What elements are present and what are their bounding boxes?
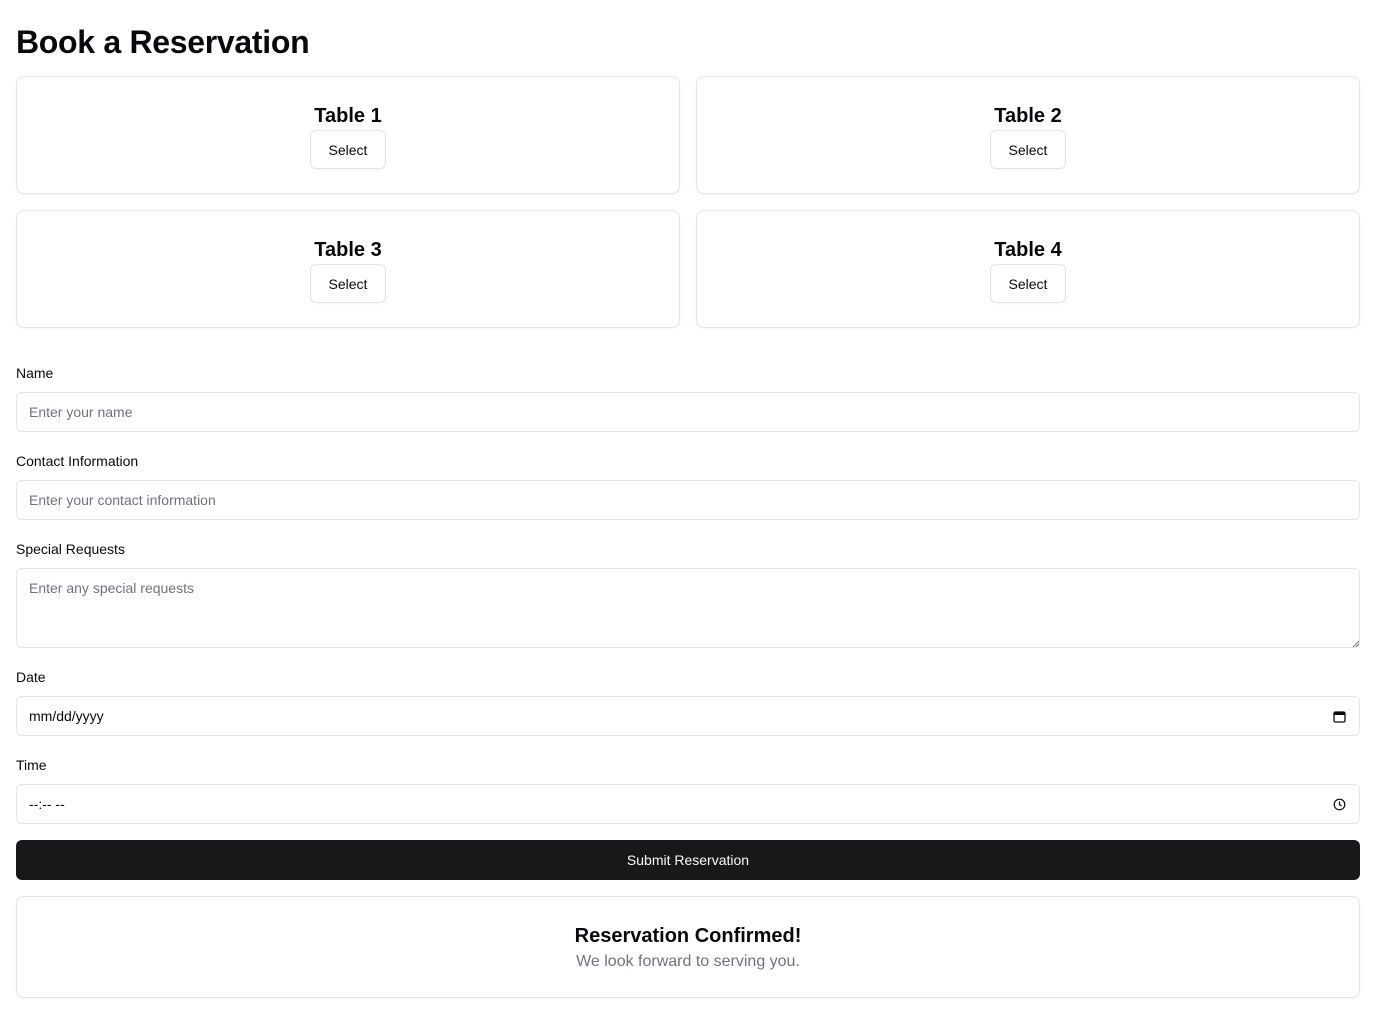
table-name: Table 4 — [994, 239, 1062, 261]
time-label: Time — [16, 757, 47, 773]
clock-icon[interactable] — [1331, 796, 1347, 812]
calendar-icon[interactable] — [1331, 708, 1347, 724]
select-table-4-button[interactable]: Select — [990, 264, 1066, 303]
table-name: Table 1 — [314, 105, 382, 127]
table-card-1: Table 1 Select — [16, 76, 680, 194]
select-table-3-button[interactable]: Select — [310, 264, 386, 303]
select-table-1-button[interactable]: Select — [310, 130, 386, 169]
table-card-4: Table 4 Select — [696, 210, 1360, 328]
table-card-2: Table 2 Select — [696, 76, 1360, 194]
confirmation-message: We look forward to serving you. — [576, 953, 800, 970]
name-label: Name — [16, 365, 54, 381]
name-input[interactable] — [16, 392, 1360, 432]
table-name: Table 3 — [314, 239, 382, 261]
select-table-2-button[interactable]: Select — [990, 130, 1066, 169]
contact-label: Contact Information — [16, 453, 139, 469]
confirmation-title: Reservation Confirmed! — [574, 925, 802, 947]
confirmation-card: Reservation Confirmed! We look forward t… — [16, 896, 1360, 998]
date-label: Date — [16, 669, 46, 685]
special-requests-label: Special Requests — [16, 541, 125, 557]
table-name: Table 2 — [994, 105, 1062, 127]
time-input[interactable]: --:-- -- — [16, 784, 1360, 824]
date-input[interactable]: mm/dd/yyyy — [16, 696, 1360, 736]
special-requests-wrapper — [16, 568, 1360, 648]
date-value: mm/dd/yyyy — [29, 708, 104, 724]
submit-reservation-button[interactable]: Submit Reservation — [16, 840, 1360, 880]
page-title: Book a Reservation — [16, 24, 310, 60]
resize-handle-icon[interactable] — [1350, 638, 1360, 648]
contact-input[interactable] — [16, 480, 1360, 520]
time-value: --:-- -- — [29, 796, 65, 812]
special-requests-textarea[interactable] — [16, 568, 1360, 648]
table-card-3: Table 3 Select — [16, 210, 680, 328]
